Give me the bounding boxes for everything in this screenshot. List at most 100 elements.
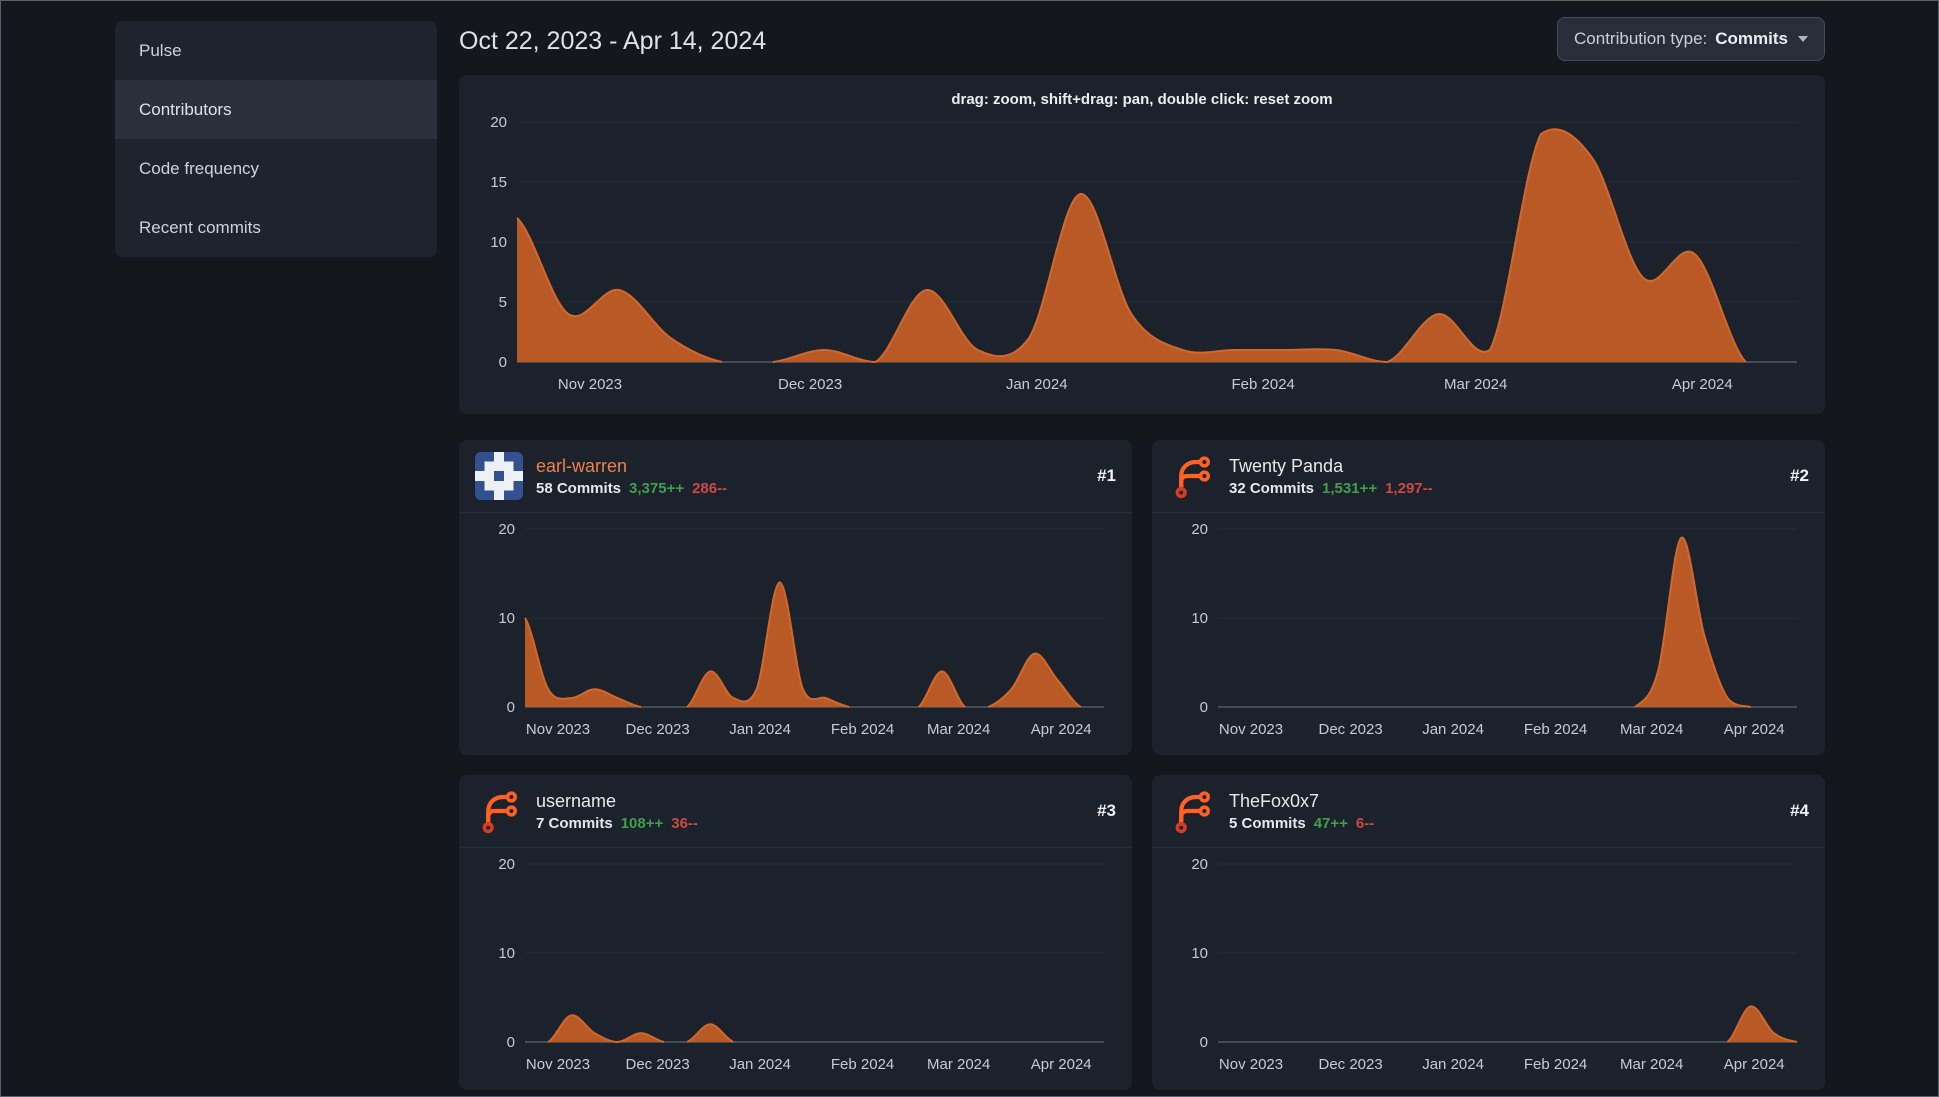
deletions-count: 36-- <box>671 814 698 832</box>
commit-count: 5 Commits <box>1229 814 1306 832</box>
sidebar-item-label: Pulse <box>139 40 182 60</box>
rank-badge: #1 <box>1097 466 1116 485</box>
svg-text:Nov 2023: Nov 2023 <box>526 721 590 738</box>
chart-wrap: 0 10 20 Nov 2023 Dec 2023 Jan 2024 Feb 2024 Mar… <box>459 513 1132 747</box>
contributor-card: Twenty Panda 32 Commits 1,531++ 1,297-- … <box>1152 440 1825 755</box>
additions-count: 47++ <box>1313 814 1348 832</box>
contributor-header: Twenty Panda 32 Commits 1,531++ 1,297-- … <box>1152 440 1825 513</box>
contributor-name-0[interactable]: earl-warren <box>536 456 727 477</box>
contributor-name-3: TheFox0x7 <box>1229 790 1320 811</box>
commit-count: 7 Commits <box>536 814 613 832</box>
svg-text:20: 20 <box>498 856 515 873</box>
svg-text:Dec 2023: Dec 2023 <box>778 376 842 393</box>
contributor-header: username 7 Commits 108++ 36-- #3 <box>459 775 1132 848</box>
sidebar-item-label: Recent commits <box>139 217 261 237</box>
svg-text:10: 10 <box>1191 610 1208 627</box>
contributor-card: TheFox0x7 5 Commits 47++ 6-- #4 0 10 20 Nov… <box>1152 775 1825 1090</box>
svg-text:5: 5 <box>499 294 507 311</box>
contributor-area-chart[interactable]: 0 10 20 Nov 2023 Dec 2023 Jan 2024 Feb 2024 Mar… <box>475 517 1116 747</box>
commits-area-chart[interactable]: 0 5 10 15 20 Nov 2023 Dec 2023 Jan 2024 Feb 2024… <box>477 110 1807 406</box>
svg-text:Feb 2024: Feb 2024 <box>831 721 894 738</box>
forgejo-logo-avatar <box>1175 456 1211 499</box>
forgejo-logo-avatar <box>482 791 518 834</box>
sidebar-item-code-frequency[interactable]: Code frequency <box>115 139 437 198</box>
svg-text:0: 0 <box>1200 1034 1208 1051</box>
svg-text:Nov 2023: Nov 2023 <box>526 1056 590 1073</box>
contributors-grid: earl-warren 58 Commits 3,375++ 286-- #1 … <box>459 440 1825 1090</box>
contributor-area-chart[interactable]: 0 10 20 Nov 2023 Dec 2023 Jan 2024 Feb 2024 Mar… <box>475 852 1116 1082</box>
contribution-type-value: Commits <box>1715 29 1788 48</box>
rank-badge: #3 <box>1097 801 1116 820</box>
svg-text:Dec 2023: Dec 2023 <box>1318 721 1382 738</box>
svg-text:10: 10 <box>1191 945 1208 962</box>
chevron-down-icon <box>1798 36 1808 42</box>
contribution-type-dropdown[interactable]: Contribution type: Commits <box>1557 17 1825 61</box>
contributor-stats: 32 Commits 1,531++ 1,297-- <box>1229 480 1433 497</box>
svg-text:Jan 2024: Jan 2024 <box>729 1056 791 1073</box>
contributor-card: username 7 Commits 108++ 36-- #3 0 10 20 No… <box>459 775 1132 1090</box>
svg-text:Dec 2023: Dec 2023 <box>625 721 689 738</box>
commit-count: 58 Commits <box>536 479 622 497</box>
svg-text:20: 20 <box>498 521 515 538</box>
commit-count: 32 Commits <box>1229 479 1315 497</box>
svg-text:Nov 2023: Nov 2023 <box>1219 1056 1283 1073</box>
svg-text:0: 0 <box>1200 699 1208 716</box>
sidebar-item-label: Code frequency <box>139 158 260 178</box>
activity-menu: Pulse Contributors Code frequency Recent… <box>115 21 437 257</box>
chart-hint: drag: zoom, shift+drag: pan, double clic… <box>951 91 1333 108</box>
identicon-avatar[interactable] <box>475 452 523 500</box>
deletions-count: 6-- <box>1355 814 1375 832</box>
svg-text:Apr 2024: Apr 2024 <box>1724 721 1785 738</box>
contributor-name-2: username <box>536 790 617 811</box>
svg-text:Feb 2024: Feb 2024 <box>1524 721 1587 738</box>
contributor-header: earl-warren 58 Commits 3,375++ 286-- #1 <box>459 440 1132 513</box>
content-header: Oct 22, 2023 - Apr 14, 2024 Contribution… <box>459 1 1825 61</box>
svg-text:Feb 2024: Feb 2024 <box>831 1056 894 1073</box>
contributor-header: TheFox0x7 5 Commits 47++ 6-- #4 <box>1152 775 1825 848</box>
contributors-content: Oct 22, 2023 - Apr 14, 2024 Contribution… <box>459 1 1825 1090</box>
additions-count: 108++ <box>620 814 664 832</box>
deletions-count: 286-- <box>692 479 728 497</box>
svg-text:Dec 2023: Dec 2023 <box>625 1056 689 1073</box>
chart-wrap: 0 10 20 Nov 2023 Dec 2023 Jan 2024 Feb 2024 Mar… <box>459 848 1132 1082</box>
sidebar-item-recent-commits[interactable]: Recent commits <box>115 198 437 257</box>
deletions-count: 1,297-- <box>1385 479 1433 497</box>
svg-text:Feb 2024: Feb 2024 <box>1232 376 1295 393</box>
svg-text:0: 0 <box>507 1034 515 1051</box>
svg-text:Mar 2024: Mar 2024 <box>1620 1056 1683 1073</box>
sidebar-item-contributors[interactable]: Contributors <box>115 80 437 139</box>
contributor-identity: username 7 Commits 108++ 36-- <box>536 791 698 832</box>
svg-text:Jan 2024: Jan 2024 <box>1422 721 1484 738</box>
svg-text:Dec 2023: Dec 2023 <box>1318 1056 1382 1073</box>
forgejo-logo-avatar <box>1175 791 1211 834</box>
svg-text:Apr 2024: Apr 2024 <box>1031 721 1092 738</box>
contributor-area-chart[interactable]: 0 10 20 Nov 2023 Dec 2023 Jan 2024 Feb 2024 Mar… <box>1168 852 1809 1082</box>
rank-badge: #2 <box>1790 466 1809 485</box>
contributor-area-chart[interactable]: 0 10 20 Nov 2023 Dec 2023 Jan 2024 Feb 2024 Mar… <box>1168 517 1809 747</box>
contributor-identity: Twenty Panda 32 Commits 1,531++ 1,297-- <box>1229 456 1433 497</box>
contributor-stats: 5 Commits 47++ 6-- <box>1229 815 1374 832</box>
contributor-stats: 7 Commits 108++ 36-- <box>536 815 698 832</box>
contribution-type-label: Contribution type: <box>1574 29 1708 48</box>
contributor-identity: TheFox0x7 5 Commits 47++ 6-- <box>1229 791 1374 832</box>
svg-text:20: 20 <box>490 114 507 131</box>
activity-page: Pulse Contributors Code frequency Recent… <box>0 0 1939 1097</box>
activity-sidebar: Pulse Contributors Code frequency Recent… <box>115 21 437 257</box>
svg-text:Apr 2024: Apr 2024 <box>1724 1056 1785 1073</box>
svg-text:20: 20 <box>1191 521 1208 538</box>
svg-text:0: 0 <box>499 354 507 371</box>
svg-text:Jan 2024: Jan 2024 <box>729 721 791 738</box>
svg-text:Nov 2023: Nov 2023 <box>558 376 622 393</box>
sidebar-item-label: Contributors <box>139 99 232 119</box>
svg-text:Nov 2023: Nov 2023 <box>1219 721 1283 738</box>
date-range-title: Oct 22, 2023 - Apr 14, 2024 <box>459 27 767 55</box>
main-chart-card: drag: zoom, shift+drag: pan, double clic… <box>459 75 1825 414</box>
chart-wrap: 0 10 20 Nov 2023 Dec 2023 Jan 2024 Feb 2024 Mar… <box>1152 848 1825 1082</box>
svg-text:Feb 2024: Feb 2024 <box>1524 1056 1587 1073</box>
svg-text:Mar 2024: Mar 2024 <box>1620 721 1683 738</box>
svg-text:Mar 2024: Mar 2024 <box>1444 376 1507 393</box>
svg-text:0: 0 <box>507 699 515 716</box>
sidebar-item-pulse[interactable]: Pulse <box>115 21 437 80</box>
svg-text:Apr 2024: Apr 2024 <box>1672 376 1733 393</box>
svg-text:Mar 2024: Mar 2024 <box>927 721 990 738</box>
